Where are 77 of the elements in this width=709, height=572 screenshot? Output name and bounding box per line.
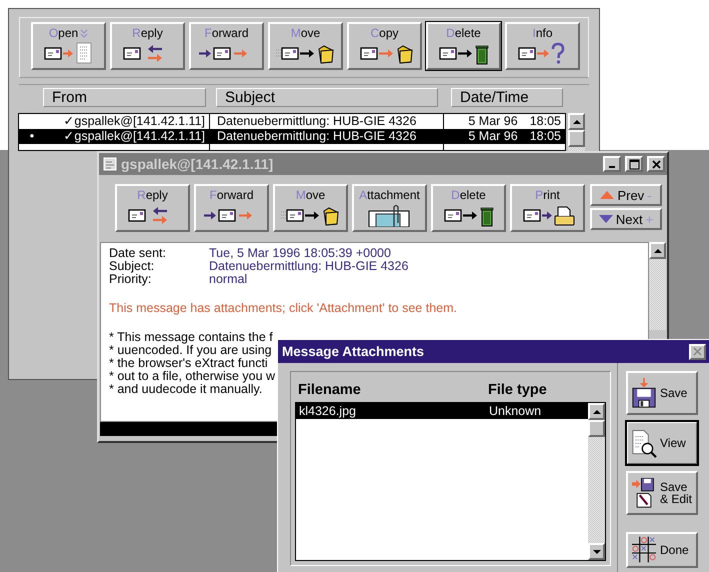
toolbar-button[interactable]: Delete (426, 22, 501, 70)
column-header[interactable]: From (43, 88, 206, 107)
toolbar-button[interactable]: Forward (189, 22, 264, 70)
toolbar-button[interactable]: Delete (431, 184, 506, 232)
date: 5 Mar 96 (468, 114, 518, 129)
scroll-up-button[interactable] (588, 403, 605, 420)
body-line: * and uudecode it manually. (109, 383, 262, 396)
header-label: Priority: (109, 273, 152, 286)
message-row[interactable]: ✓gspallek@[141.42.1.11] Datenuebermittlung: HUB-GIE 4326 5 Mar 96 18:05 (19, 114, 565, 129)
column-header[interactable]: Subject (216, 88, 438, 107)
dialog-button[interactable]: Done (626, 532, 698, 568)
scroll-down-button[interactable] (588, 543, 605, 560)
scrollbar[interactable] (588, 403, 605, 560)
sender: gspallek@[141.42.1.11] (74, 114, 205, 129)
date: 5 Mar 96 (468, 129, 518, 144)
attachment-notice: This message has attachments; click 'Attachment' to see them. (109, 302, 458, 315)
header-label: Date sent: (109, 247, 167, 260)
scrollbar-thumb[interactable] (588, 420, 605, 437)
current-marker: • (28, 129, 36, 144)
dialog-title: Message Attachments (282, 344, 426, 359)
toolbar-button[interactable]: Move (273, 184, 348, 232)
toolbar-button[interactable]: Print (510, 184, 585, 232)
time: 18:05 (530, 114, 561, 129)
scroll-up-button[interactable] (649, 242, 666, 259)
close-icon (650, 158, 662, 170)
minimize-icon (609, 166, 615, 168)
up-triangle-icon (600, 190, 614, 200)
magnifier-document-icon (630, 428, 658, 458)
scroll-up-button[interactable] (568, 113, 585, 130)
column-header[interactable]: Date/Time (451, 88, 563, 107)
subject: Datenuebermittlung: HUB-GIE 4326 (217, 129, 416, 143)
body-line: * out to a file, otherwise you w (109, 370, 276, 383)
message-row[interactable]: • ✓gspallek@[141.42.1.11] Datenuebermittlung: HUB-GIE 4326 5 Mar 96 18:05 (19, 129, 565, 144)
close-button[interactable] (647, 156, 665, 172)
time: 18:05 (530, 129, 561, 144)
toolbar-button[interactable]: Copy (347, 22, 422, 70)
subject: Datenuebermittlung: HUB-GIE 4326 (217, 114, 416, 128)
down-triangle-icon (598, 214, 613, 224)
dialog-button[interactable]: Save (626, 371, 698, 415)
toolbar-button[interactable]: Reply (115, 184, 190, 232)
body-line: * uuencoded. If you are using (109, 344, 272, 357)
toolbar-button[interactable]: Forward (194, 184, 269, 232)
toolbar-button[interactable]: Move (268, 22, 343, 70)
body-line: * This message contains the f (109, 331, 273, 344)
close-icon (692, 346, 703, 357)
header-value: Datenuebermittlung: HUB-GIE 4326 (209, 260, 410, 273)
maximize-button[interactable] (625, 156, 643, 172)
body-line: * the browser's eXtract functi (109, 357, 268, 370)
header-value: Tue, 5 Mar 1996 18:05:39 +0000 (209, 247, 392, 260)
header-value: normal (209, 273, 248, 286)
toolbar-button[interactable]: Attachment (352, 184, 427, 232)
column-header: Filename (298, 382, 362, 398)
nav-button[interactable]: Prev - (590, 184, 662, 206)
dialog-button[interactable]: View (626, 421, 698, 465)
nav-button[interactable]: Next + (590, 208, 662, 230)
toolbar-button[interactable]: Reply (110, 22, 185, 70)
toolbar-button[interactable]: Info (505, 22, 580, 70)
maximize-icon (628, 158, 640, 170)
header-label: Subject: (109, 260, 156, 273)
window-icon (103, 157, 117, 171)
scrollbar[interactable] (568, 113, 585, 151)
scrollbar[interactable] (649, 242, 666, 330)
file-type: Unknown (489, 403, 542, 419)
sender: gspallek@[141.42.1.11] (74, 129, 205, 144)
file-name: kl4326.jpg (299, 403, 357, 419)
read-check: ✓ (63, 129, 74, 144)
floppy-icon (630, 378, 658, 408)
toolbar-button[interactable]: Open (31, 22, 106, 70)
scrollbar-thumb[interactable] (568, 130, 585, 147)
window-title: gspallek@[141.42.1.11] (121, 156, 274, 172)
dialog-button[interactable]: Save & Edit (626, 471, 698, 515)
attachment-row[interactable]: kl4326.jpg Unknown (296, 403, 588, 419)
column-header: File type (488, 382, 548, 398)
grid-icon (630, 535, 658, 565)
close-button[interactable] (689, 344, 706, 360)
minimize-button[interactable] (603, 156, 621, 172)
read-check: ✓ (63, 114, 74, 129)
